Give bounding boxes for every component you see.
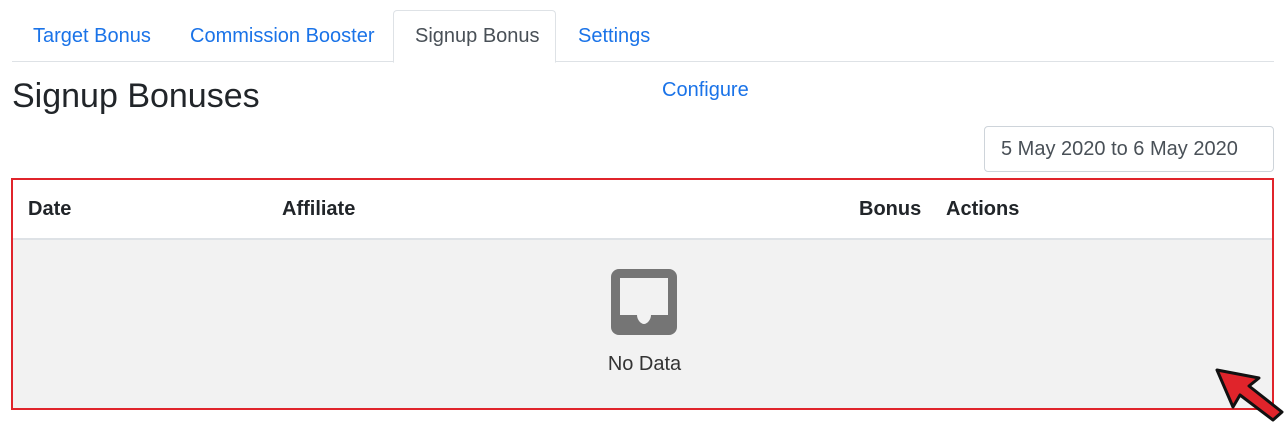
column-header-bonus: Bonus: [859, 197, 922, 220]
tab-commission-booster[interactable]: Commission Booster: [169, 10, 396, 63]
configure-link[interactable]: Configure: [662, 76, 749, 104]
column-header-affiliate: Affiliate: [282, 197, 356, 220]
page-title: Signup Bonuses: [12, 77, 260, 115]
signup-bonuses-table: Date Affiliate Bonus Actions No Data: [11, 178, 1274, 410]
page: Target Bonus Commission Booster Signup B…: [0, 0, 1285, 422]
column-header-actions: Actions: [946, 197, 1020, 220]
inbox-icon: [611, 269, 677, 335]
tab-signup-bonus[interactable]: Signup Bonus: [393, 10, 556, 63]
date-range-input[interactable]: [984, 126, 1274, 172]
column-header-date: Date: [28, 197, 72, 220]
tab-bar: Target Bonus Commission Booster Signup B…: [12, 10, 1274, 63]
empty-state: No Data: [13, 240, 1272, 410]
no-data-text: No Data: [607, 353, 682, 375]
tab-target-bonus[interactable]: Target Bonus: [12, 10, 172, 63]
arrow-icon: [1215, 368, 1284, 422]
table-header: Date Affiliate Bonus Actions: [13, 180, 1272, 240]
tab-settings[interactable]: Settings: [557, 10, 671, 63]
